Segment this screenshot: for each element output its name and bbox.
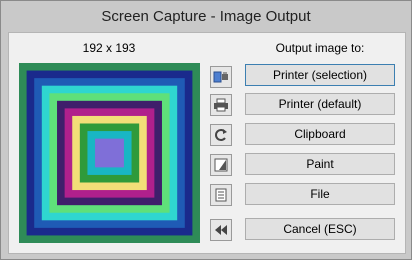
image-dimensions: 192 x 193	[82, 41, 136, 55]
clipboard-button[interactable]: Clipboard	[245, 123, 395, 145]
paint-button[interactable]: Paint	[245, 153, 395, 175]
window-title: Screen Capture - Image Output	[101, 7, 311, 25]
preview-ring	[95, 138, 124, 168]
image-preview	[19, 63, 200, 243]
output-label: Output image to:	[275, 41, 365, 55]
printer-default-button[interactable]: Printer (default)	[245, 93, 395, 115]
file-icon[interactable]	[210, 184, 232, 206]
printer-selection-icon[interactable]	[210, 66, 232, 88]
paint-icon[interactable]	[210, 154, 232, 176]
cancel-button[interactable]: Cancel (ESC)	[245, 218, 395, 240]
screen-capture-window: Screen Capture - Image Output 192 x 193 …	[0, 0, 412, 260]
dialog-client-area: 192 x 193 Output image to: Printer (sele…	[8, 32, 406, 254]
printer-selection-button[interactable]: Printer (selection)	[245, 64, 395, 86]
rewind-icon[interactable]	[210, 219, 232, 241]
printer-icon[interactable]	[210, 94, 232, 116]
preview-image	[19, 63, 200, 243]
file-button[interactable]: File	[245, 183, 395, 205]
clipboard-refresh-icon[interactable]	[210, 124, 232, 146]
